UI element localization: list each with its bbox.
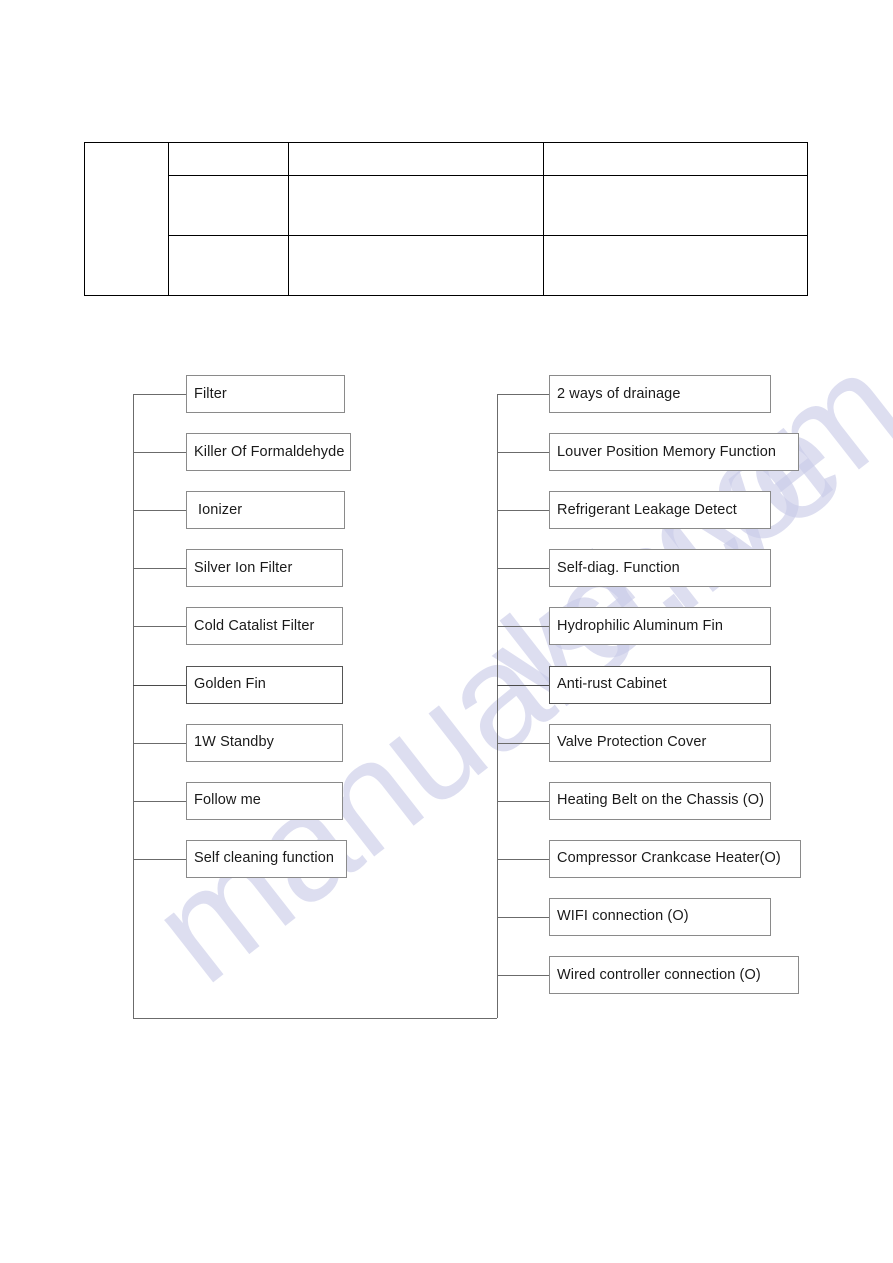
- feature-node: Louver Position Memory Function: [549, 433, 799, 472]
- connector-line: [497, 800, 549, 802]
- connector-line: [133, 684, 186, 686]
- connector-line: [497, 568, 549, 570]
- connector-line: [133, 568, 186, 570]
- feature-node: 2 ways of drainage: [549, 375, 771, 413]
- right-feature-branch-trunk-foot: [465, 1018, 497, 1019]
- feature-node: Self-diag. Function: [549, 549, 771, 588]
- connector-line: [133, 394, 186, 395]
- feature-node: Golden Fin: [186, 665, 343, 704]
- feature-node: Compressor Crankcase Heater(O): [549, 839, 801, 878]
- feature-node: Refrigerant Leakage Detect: [549, 491, 771, 530]
- connector-line: [497, 452, 549, 454]
- feature-node: Hydrophilic Aluminum Fin: [549, 607, 771, 646]
- connector-line: [497, 742, 549, 744]
- connector-line: [133, 742, 186, 744]
- right-feature-branch-trunk: [497, 394, 498, 1018]
- connector-line: [497, 626, 549, 628]
- left-feature-branch-trunk-foot: [133, 1018, 497, 1019]
- connector-line: [497, 858, 549, 860]
- feature-node: 1W Standby: [186, 723, 343, 762]
- connector-line: [497, 684, 549, 686]
- feature-node: Self cleaning function: [186, 839, 347, 878]
- connector-line: [133, 510, 186, 512]
- feature-tree-diagram: Filter Killer Of Formaldehyde Ionizer Silve…: [0, 0, 893, 1263]
- feature-node: Silver Ion Filter: [186, 549, 343, 588]
- feature-node: Anti-rust Cabinet: [549, 665, 771, 704]
- connector-line: [133, 452, 186, 454]
- feature-node: Heating Belt on the Chassis (O): [549, 781, 771, 820]
- connector-line: [133, 800, 186, 802]
- connector-line: [497, 394, 549, 395]
- feature-node: Wired controller connection (O): [549, 956, 799, 994]
- feature-node: Cold Catalist Filter: [186, 607, 343, 646]
- feature-node: Ionizer: [186, 491, 345, 530]
- feature-node: Killer Of Formaldehyde: [186, 433, 351, 472]
- feature-node: WIFI connection (O): [549, 897, 771, 936]
- connector-line: [497, 916, 549, 918]
- feature-node: Valve Protection Cover: [549, 723, 771, 762]
- connector-line: [497, 510, 549, 512]
- connector-line: [133, 858, 186, 860]
- feature-node: Filter: [186, 375, 345, 413]
- left-feature-branch-trunk: [133, 394, 134, 1018]
- page-canvas: manualshive ve.com Filter Killer Of Form…: [0, 0, 893, 1263]
- feature-node: Follow me: [186, 781, 343, 820]
- connector-line: [497, 975, 549, 976]
- connector-line: [133, 626, 186, 628]
